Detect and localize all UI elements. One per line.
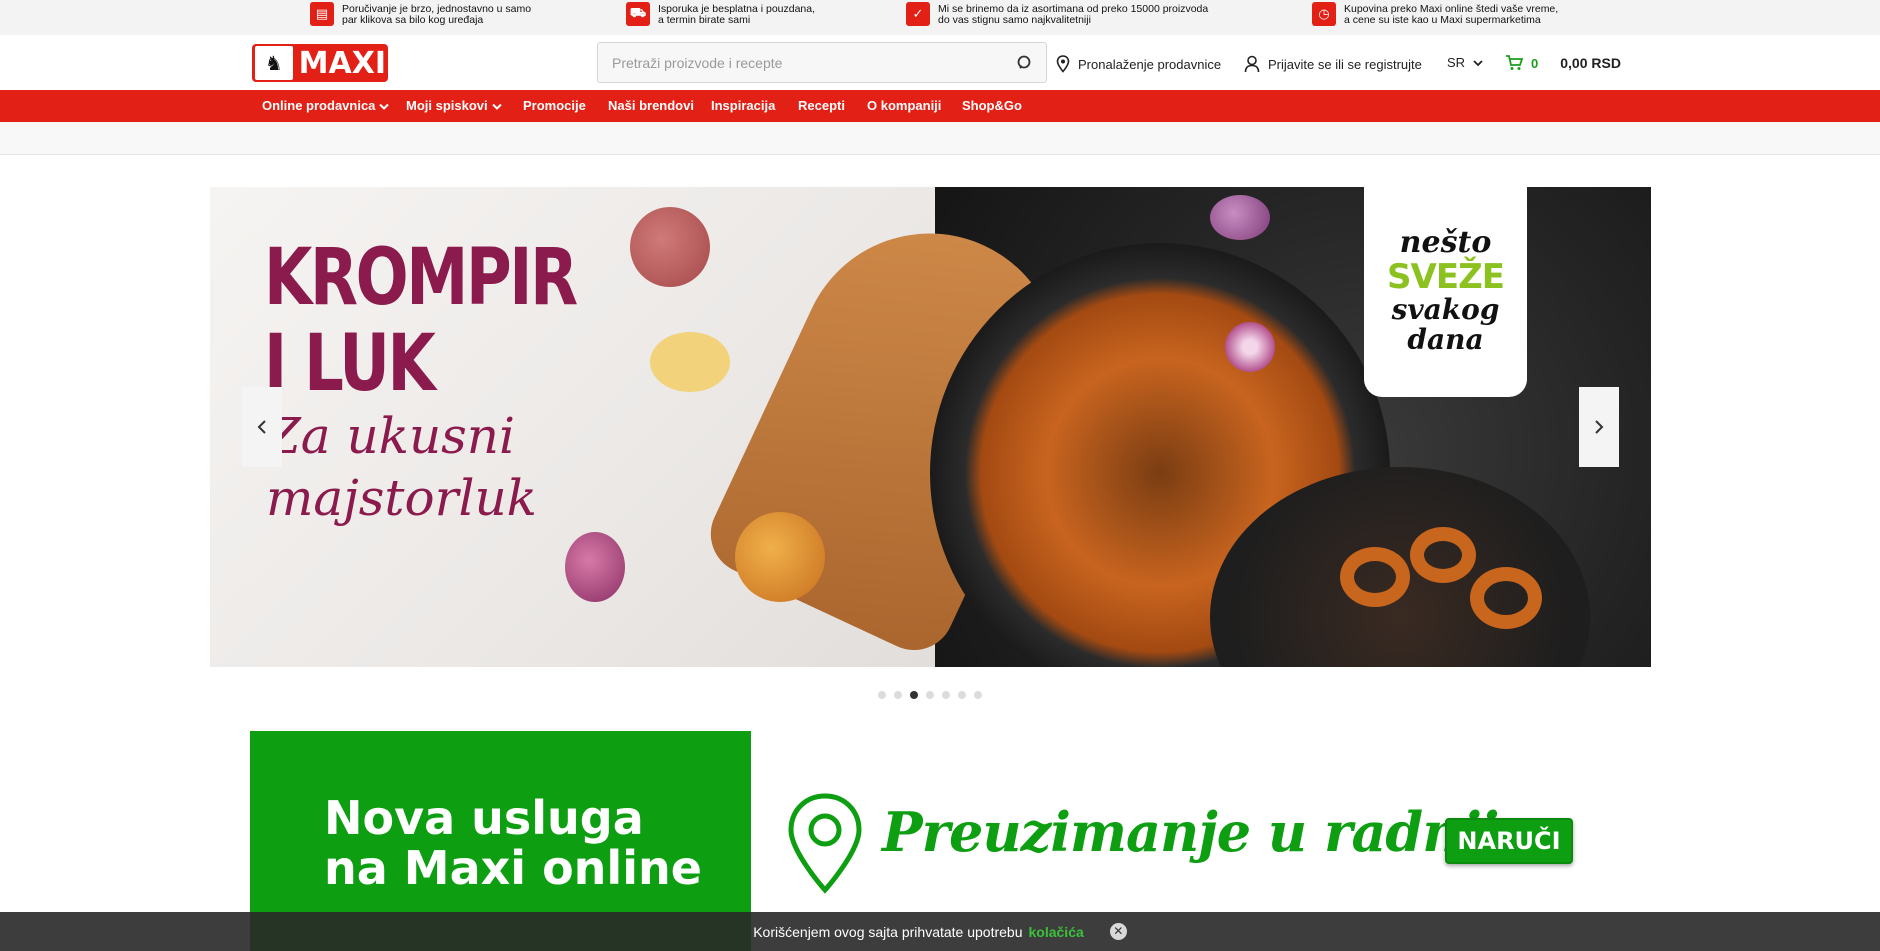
carousel-dot[interactable] [958, 691, 966, 699]
cart-icon [1506, 55, 1523, 70]
chevron-left-icon [257, 420, 266, 434]
nav-item-inspiration[interactable]: Inspiracija [711, 90, 775, 122]
carousel-dot[interactable] [926, 691, 934, 699]
login-link[interactable]: Prijavite se ili se registrujte [1244, 55, 1422, 73]
cookie-consent-bar: Korišćenjem ovog sajta prihvatate upotre… [0, 912, 1880, 951]
hero-subtitle: Za ukusni majstorluk [266, 407, 537, 527]
badge-line: SVEŽE [1387, 257, 1505, 297]
carousel-dots [878, 691, 982, 699]
red-onion-image [1210, 195, 1270, 240]
carousel-dot-active[interactable] [910, 691, 918, 699]
onion-image [735, 512, 825, 602]
info-item-ordering: ▤ Poručivanje je brzo, jednostavno u sam… [310, 2, 531, 32]
sub-bar [0, 122, 1880, 155]
chevron-down-icon [1473, 59, 1483, 66]
login-label: Prijavite se ili se registrujte [1268, 56, 1422, 72]
info-item-savings: ◷ Kupovina preko Maxi online štedi vaše … [1312, 2, 1558, 32]
nav-item-label: Recepti [798, 98, 845, 113]
store-finder-label: Pronalaženje prodavnice [1078, 56, 1222, 72]
nav-item-shop-and-go[interactable]: Shop&Go [962, 90, 1022, 122]
carousel-prev-button[interactable] [242, 387, 282, 467]
badge-line: svakog dana [1391, 293, 1500, 356]
lion-logo-icon: ♞ [255, 46, 293, 80]
hero-title: KROMPIR I LUK [264, 233, 578, 409]
search-input[interactable] [612, 43, 1002, 82]
chevron-right-icon [1595, 420, 1604, 434]
onion-ring-image [1340, 547, 1410, 607]
user-icon [1244, 55, 1260, 73]
info-item-delivery: ⛟ Isporuka je besplatna i pouzdana, a te… [626, 2, 815, 32]
carousel-dot[interactable] [974, 691, 982, 699]
red-potato-image [630, 207, 710, 287]
computer-order-icon: ▤ [310, 2, 334, 26]
close-icon[interactable]: ✕ [1109, 923, 1127, 940]
red-onion-image [565, 532, 625, 602]
nav-item-promotions[interactable]: Promocije [523, 90, 586, 122]
info-text: Kupovina preko Maxi online štedi vaše vr… [1344, 3, 1559, 26]
carousel-dot[interactable] [942, 691, 950, 699]
info-text: Poručivanje je brzo, jednostavno u samo … [342, 3, 532, 26]
maxi-logo[interactable]: ♞ MAXI [252, 44, 388, 82]
nav-item-label: Moji spiskovi [406, 98, 488, 113]
nav-item-recipes[interactable]: Recepti [798, 90, 845, 122]
location-pin-icon [788, 793, 862, 894]
clock-price-icon: ◷ [1312, 2, 1336, 26]
cookie-text: Korišćenjem ovog sajta prihvatate upotre… [753, 923, 1023, 940]
potato-slice-image [650, 332, 730, 392]
carousel-next-button[interactable] [1579, 387, 1619, 467]
order-button[interactable]: NARUČI [1445, 818, 1573, 864]
top-info-bar: ▤ Poručivanje je brzo, jednostavno u sam… [0, 0, 1880, 35]
onion-ring-image [1410, 527, 1476, 583]
promo-title: Nova usluga na Maxi online [324, 791, 702, 895]
store-finder-link[interactable]: Pronalaženje prodavnice [1056, 55, 1221, 73]
chevron-down-icon [491, 103, 502, 110]
nav-item-about[interactable]: O kompaniji [867, 90, 941, 122]
cart-count: 0 [1531, 55, 1539, 71]
logo-text: MAXI [298, 45, 386, 81]
cart-total: 0,00 RSD [1560, 55, 1621, 71]
nav-item-our-brands[interactable]: Naši brendovi [608, 90, 694, 122]
nav-item-label: Shop&Go [962, 98, 1022, 113]
location-pin-icon [1056, 55, 1070, 73]
nav-item-label: Naši brendovi [608, 98, 694, 113]
quality-scooter-icon: ✓ [906, 2, 930, 26]
info-text: Isporuka je besplatna i pouzdana, a term… [658, 3, 816, 26]
carousel-dot[interactable] [894, 691, 902, 699]
cookie-policy-link[interactable]: kolačića [1029, 924, 1084, 940]
nav-item-label: Online prodavnica [262, 98, 376, 113]
language-selector[interactable]: SR [1447, 55, 1483, 70]
language-label: SR [1447, 55, 1466, 70]
promo-pickup-text: Preuzimanje u radnji [882, 800, 1500, 864]
site-header: ♞ MAXI Pronalaženje prodavnice Prijavite… [0, 35, 1880, 90]
carousel-dot[interactable] [878, 691, 886, 699]
badge-line: nešto [1399, 225, 1492, 260]
nav-item-label: O kompaniji [867, 98, 942, 113]
onion-slice-image [1225, 322, 1275, 372]
main-nav: Online prodavnica Moji spiskovi Promocij… [0, 90, 1880, 122]
nav-item-label: Promocije [523, 98, 586, 113]
search-box [597, 42, 1047, 83]
nav-item-online-shop[interactable]: Online prodavnica [262, 90, 390, 122]
delivery-truck-icon: ⛟ [626, 2, 650, 26]
info-item-quality: ✓ Mi se brinemo da iz asortimana od prek… [906, 2, 1208, 32]
onion-ring-image [1470, 567, 1542, 629]
hero-carousel[interactable]: KROMPIR I LUK Za ukusni majstorluk nešto… [210, 187, 1651, 667]
chevron-down-icon [379, 103, 390, 110]
nav-item-label: Inspiracija [711, 98, 776, 113]
nav-item-my-lists[interactable]: Moji spiskovi [406, 90, 502, 122]
search-icon[interactable] [1016, 54, 1034, 72]
fresh-every-day-badge: nešto SVEŽE svakog dana [1364, 187, 1527, 397]
cart-button[interactable]: 0 0,00 RSD [1505, 55, 1621, 71]
info-text: Mi se brinemo da iz asortimana od preko … [938, 3, 1209, 26]
